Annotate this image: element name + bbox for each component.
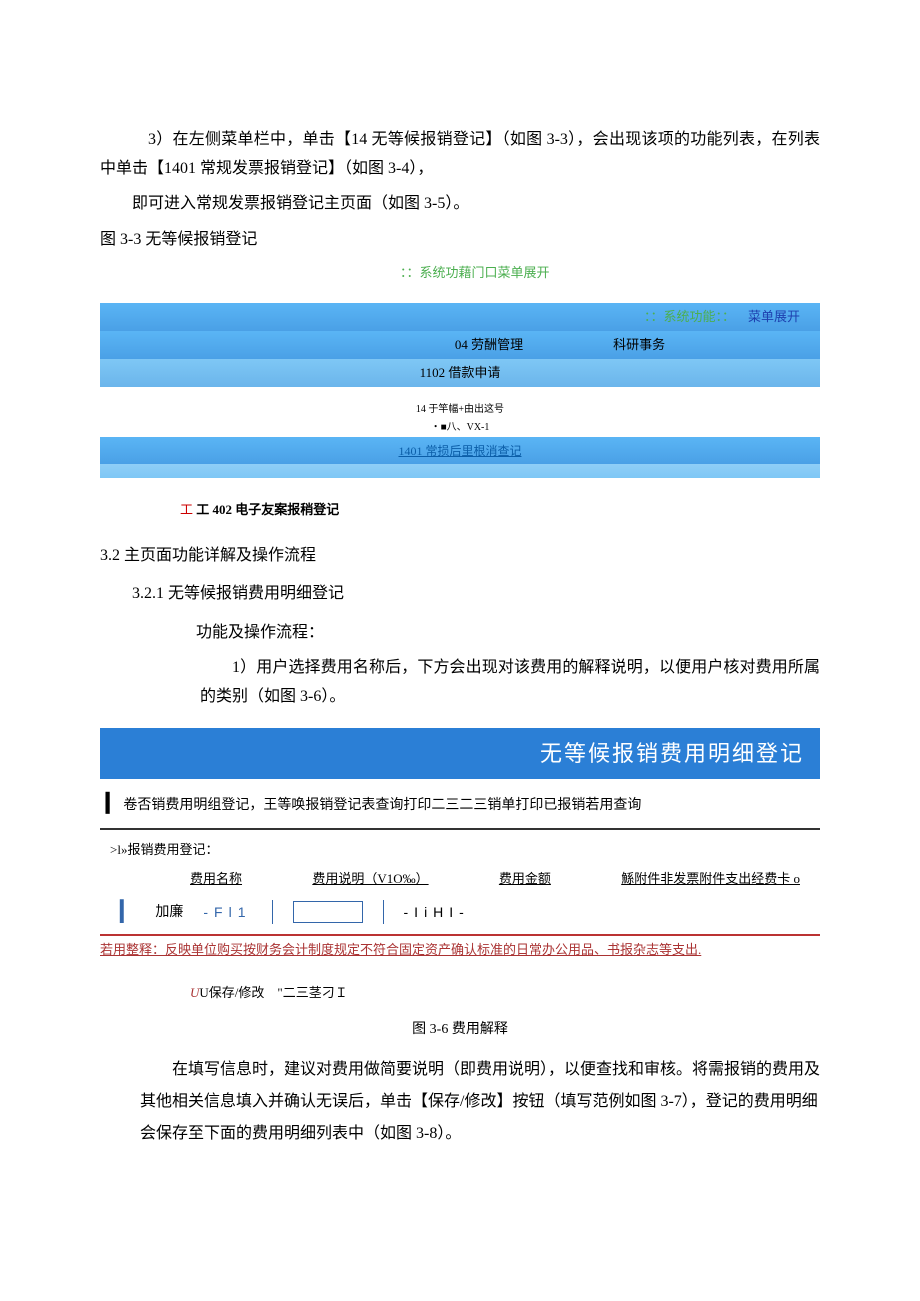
bar-icon: ▎ xyxy=(120,894,135,930)
red-square-icon: 工 xyxy=(180,502,193,517)
screenshot-menu: ：：系统功藉门口菜单展开 ：：系统功能：： 菜单展开 04 劳酬管理 科研事务 … xyxy=(100,261,820,521)
tiny-text-vx: ・■八、VX-1 xyxy=(100,419,820,437)
th-amount: 费用金额 xyxy=(499,867,551,890)
fee-explanation: 若用整释：反映单位购买按财务会计制度规定不符合固定资产确认标准的日常办公用品、书… xyxy=(100,936,820,963)
section-3-2-1-func: 功能及操作流程： xyxy=(100,619,820,648)
panel-title: 无等候报销费用明细登记 xyxy=(100,728,820,780)
th-name: 费用名称 xyxy=(190,867,242,890)
th-desc: 费用说明（V1O‰） xyxy=(312,867,428,890)
bar-icon: ▎ xyxy=(106,793,120,813)
sys-label: ：：系统功能：： xyxy=(644,305,735,328)
table-header-row: 费用名称 费用说明（V1O‰） 费用金额 鯀附件非发票附件支出经费卡 o xyxy=(100,865,820,892)
save-button[interactable]: U xyxy=(190,985,199,1000)
field-name-value[interactable]: 加廉 xyxy=(155,900,183,925)
sys-features-label: ：：系统功藉门口菜单展开 xyxy=(400,265,550,280)
form-fields-row: ▎ 加廉 -Fl1 -IiHI- xyxy=(100,892,820,932)
section-3-2: 3.2 主页面功能详解及操作流程 xyxy=(100,542,820,571)
th-attach: 鯀附件非发票附件支出经费卡 o xyxy=(621,867,800,890)
figure-caption-3-6: 图 3-6 费用解释 xyxy=(100,1017,820,1042)
save-row: UU保存/修改 "二三茎刁Ｉ xyxy=(190,981,820,1004)
figure-caption-3-3: 图 3-3 无等候报销登记 xyxy=(100,226,820,255)
divider xyxy=(383,900,384,924)
divider xyxy=(272,900,273,924)
section-3-2-1: 3.2.1 无等候报销费用明细登记 xyxy=(100,580,820,609)
paragraph-step3: 3）在左侧菜单栏中，单击【14 无等候报销登记】（如图 3-3），会出现该项的功… xyxy=(100,126,820,184)
field-dropdown[interactable]: -Fl1 xyxy=(203,900,251,925)
body-paragraph: 在填写信息时，建议对费用做简要说明（即费用说明），以便查找和审核。将需报销的费用… xyxy=(140,1054,820,1150)
paragraph-enter: 即可进入常规发票报销登记主页面（如图 3-5）。 xyxy=(100,190,820,219)
screenshot-form-panel: 无等候报销费用明细登记 ▎ 卷否销费用明组登记，王等唤报销登记表查询打印二三二三… xyxy=(100,728,820,1005)
field-attach[interactable]: -IiHI- xyxy=(404,900,470,925)
menu-04[interactable]: 04 劳酬管理 xyxy=(455,333,523,356)
menu-expand-label[interactable]: 菜单展开 xyxy=(748,305,800,328)
tiny-text-14: 14 于竿幅+由出这号 xyxy=(100,401,820,419)
form-section-label: >l»报销费用登记： xyxy=(110,838,820,861)
panel-tabs[interactable]: ▎ 卷否销费用明组登记，王等唤报销登记表查询打印二三二三销单打印已报销若用查询 xyxy=(100,779,820,829)
menu-1401-link[interactable]: 1401 常损后里根消查记 xyxy=(398,444,521,458)
section-3-2-1-step1: 1）用户选择费用名称后，下方会出现对该费用的解释说明，以便用户核对费用所属的类别… xyxy=(200,654,820,712)
menu-keyan[interactable]: 科研事务 xyxy=(613,333,665,356)
menu-402: 工 402 电子友案报稍登记 xyxy=(196,502,339,517)
amount-input[interactable] xyxy=(293,901,363,923)
menu-1102[interactable]: 1102 借款申请 xyxy=(420,361,501,384)
